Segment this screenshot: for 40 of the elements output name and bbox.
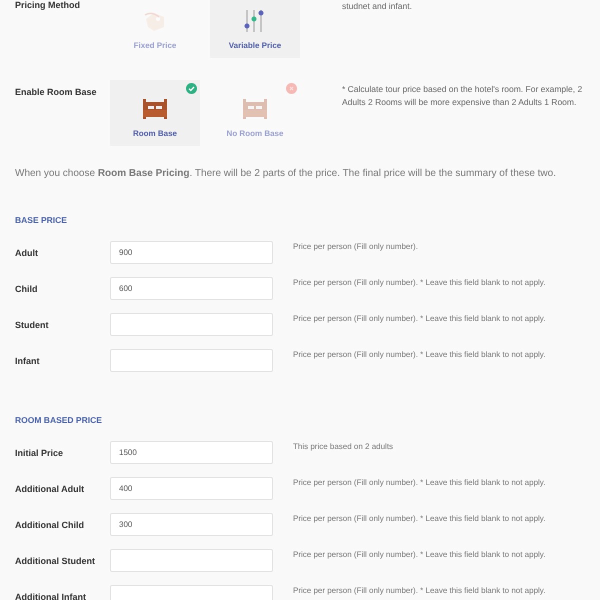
price-field[interactable]: [110, 313, 273, 336]
check-icon: [186, 83, 197, 94]
price-field[interactable]: 1500: [110, 441, 273, 464]
price-field[interactable]: 400: [110, 477, 273, 500]
help-text: Price per person (Fill only number). * Leave this field blank to not apply.: [292, 549, 546, 560]
field-label: Child: [15, 284, 38, 294]
help-text: Price per person (Fill only number). * Leave this field blank to not apply.: [292, 477, 546, 488]
field-label: Additional Child: [15, 520, 85, 530]
description-text: studnet and infant.: [341, 0, 413, 13]
help-text: Price per person (Fill only number). * Leave this field blank to not apply.: [292, 585, 546, 596]
field-label: Infant: [15, 356, 40, 366]
field-label: Student: [15, 320, 50, 330]
help-text: Price per person (Fill only number). * Leave this field blank to not apply.: [292, 313, 546, 324]
description-text: * Calculate tour price based on the hotel's room. For example, 2 Adults 2 Rooms will be more expensive than 2 Adults 1 Room.: [341, 83, 584, 109]
option-card[interactable]: Variable Price: [210, 0, 300, 58]
help-text: Price per person (Fill only number). * Leave this field blank to not apply.: [292, 349, 546, 360]
price-field[interactable]: [110, 549, 273, 572]
section-title: ROOM BASED PRICE: [15, 415, 103, 425]
field-label: Enable Room Base: [15, 87, 98, 97]
price-field[interactable]: 300: [110, 513, 273, 536]
help-text: Price per person (Fill only number).: [292, 241, 419, 252]
help-text: Price per person (Fill only number). * Leave this field blank to not apply.: [292, 277, 546, 288]
field-label: Additional Infant: [15, 592, 87, 600]
price-field[interactable]: 900: [110, 241, 273, 264]
bed-icon: [241, 97, 269, 121]
price-field[interactable]: [110, 349, 273, 372]
help-text: This price based on 2 adults: [292, 441, 394, 452]
field-label: Additional Adult: [15, 484, 86, 494]
close-icon: [286, 83, 297, 94]
bed-icon: [141, 97, 169, 121]
price-field[interactable]: 600: [110, 277, 273, 300]
field-label: Initial Price: [15, 448, 64, 458]
field-label: Pricing Method: [15, 0, 81, 10]
field-label: Adult: [15, 248, 39, 258]
option-card[interactable]: Room Base: [110, 80, 200, 146]
field-label: Additional Student: [15, 556, 96, 566]
info-text: When you choose Room Base Pricing. There will be 2 parts of the price. The final price will be the summary of these two.: [15, 168, 557, 179]
section-title: BASE PRICE: [15, 215, 68, 225]
help-text: Price per person (Fill only number). * Leave this field blank to not apply.: [292, 513, 546, 524]
sliders-icon: [244, 9, 266, 33]
